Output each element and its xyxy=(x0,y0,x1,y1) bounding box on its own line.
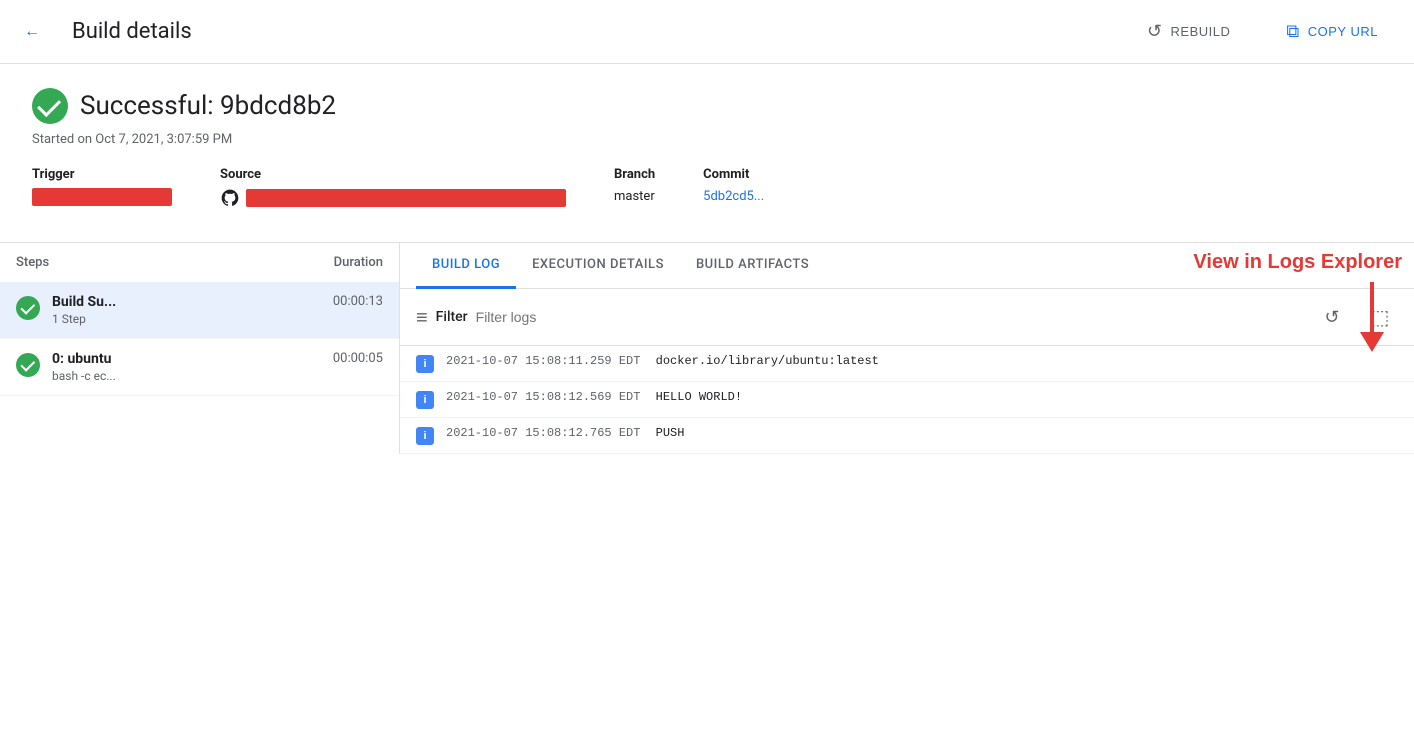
rebuild-icon: ↺ xyxy=(1147,21,1163,42)
copy-url-button[interactable]: ⧉ COPY URL xyxy=(1274,13,1390,50)
filter-label: Filter xyxy=(436,309,468,325)
log-message-1: HELLO WORLD! xyxy=(656,390,742,404)
step-name-0: Build Su... xyxy=(52,294,321,310)
log-text-0: 2021-10-07 15:08:11.259 EDT docker.io/li… xyxy=(446,354,879,368)
tab-build-artifacts[interactable]: BUILD ARTIFACTS xyxy=(680,243,825,289)
trigger-field: Trigger xyxy=(32,167,172,210)
step-info-0: Build Su... 1 Step xyxy=(52,294,321,326)
log-badge-0: i xyxy=(416,355,434,373)
main-content: Successful: 9bdcd8b2 Started on Oct 7, 2… xyxy=(0,64,1414,234)
step-duration-0: 00:00:13 xyxy=(333,294,383,309)
metadata-row: Trigger Source Branch master Commit 5db2… xyxy=(32,167,1382,210)
source-label: Source xyxy=(220,167,566,182)
log-panel-wrapper: View in Logs Explorer BUILD LOG EXECUTIO… xyxy=(400,243,1414,454)
filter-actions: ↺ ⬚ xyxy=(1314,299,1398,335)
source-field: Source xyxy=(220,167,566,208)
log-entry-1: i 2021-10-07 15:08:12.569 EDT HELLO WORL… xyxy=(400,382,1414,418)
log-entry-2: i 2021-10-07 15:08:12.765 EDT PUSH xyxy=(400,418,1414,454)
filter-input[interactable] xyxy=(476,309,1306,325)
log-entry-0: i 2021-10-07 15:08:11.259 EDT docker.io/… xyxy=(400,346,1414,382)
steps-panel: Steps Duration Build Su... 1 Step 00:00:… xyxy=(0,243,400,454)
trigger-redacted xyxy=(32,188,172,206)
rebuild-button[interactable]: ↺ REBUILD xyxy=(1135,13,1242,50)
branch-label: Branch xyxy=(614,167,655,182)
log-message-0: docker.io/library/ubuntu:latest xyxy=(656,354,879,368)
step-duration-1: 00:00:05 xyxy=(333,351,383,366)
external-link-icon: ⬚ xyxy=(1371,305,1390,330)
log-message-2: PUSH xyxy=(656,426,685,440)
filter-lines-icon: ≡ xyxy=(416,305,428,330)
step-item-0[interactable]: Build Su... 1 Step 00:00:13 xyxy=(0,282,399,339)
source-row xyxy=(220,188,566,208)
branch-field: Branch master xyxy=(614,167,655,204)
success-check-icon xyxy=(32,88,68,124)
main-body: Steps Duration Build Su... 1 Step 00:00:… xyxy=(0,242,1414,454)
log-time-0: 2021-10-07 15:08:11.259 EDT xyxy=(446,354,640,368)
commit-value[interactable]: 5db2cd5... xyxy=(703,189,764,204)
step-item-1[interactable]: 0: ubuntu bash -c ec... 00:00:05 xyxy=(0,339,399,396)
log-badge-2: i xyxy=(416,427,434,445)
log-entries: i 2021-10-07 15:08:11.259 EDT docker.io/… xyxy=(400,346,1414,454)
log-text-1: 2021-10-07 15:08:12.569 EDT HELLO WORLD! xyxy=(446,390,742,404)
step-check-icon-1 xyxy=(16,353,40,377)
back-button[interactable]: ← xyxy=(24,23,40,41)
tab-execution-details[interactable]: EXECUTION DETAILS xyxy=(516,243,680,289)
source-redacted xyxy=(246,189,566,207)
status-header: Successful: 9bdcd8b2 xyxy=(32,88,1382,124)
page-title: Build details xyxy=(72,19,192,44)
build-title: Successful: 9bdcd8b2 xyxy=(80,91,336,121)
rebuild-label: REBUILD xyxy=(1171,24,1231,39)
tabs: BUILD LOG EXECUTION DETAILS BUILD ARTIFA… xyxy=(400,243,1414,289)
log-badge-1: i xyxy=(416,391,434,409)
duration-label: Duration xyxy=(334,255,383,270)
log-text-2: 2021-10-07 15:08:12.765 EDT PUSH xyxy=(446,426,684,440)
log-time-2: 2021-10-07 15:08:12.765 EDT xyxy=(446,426,640,440)
refresh-icon: ↺ xyxy=(1324,307,1339,328)
log-time-1: 2021-10-07 15:08:12.569 EDT xyxy=(446,390,640,404)
branch-value: master xyxy=(614,189,655,204)
copy-url-label: COPY URL xyxy=(1308,24,1378,39)
refresh-button[interactable]: ↺ xyxy=(1314,299,1350,335)
external-link-button[interactable]: ⬚ xyxy=(1362,299,1398,335)
step-sub-1: bash -c ec... xyxy=(52,369,321,383)
filter-bar: ≡ Filter ↺ ⬚ xyxy=(400,289,1414,346)
log-panel: BUILD LOG EXECUTION DETAILS BUILD ARTIFA… xyxy=(400,243,1414,454)
trigger-label: Trigger xyxy=(32,167,172,182)
commit-label: Commit xyxy=(703,167,764,182)
steps-label: Steps xyxy=(16,255,49,270)
step-info-1: 0: ubuntu bash -c ec... xyxy=(52,351,321,383)
toolbar: ← Build details ↺ REBUILD ⧉ COPY URL xyxy=(0,0,1414,64)
commit-field: Commit 5db2cd5... xyxy=(703,167,764,204)
steps-header: Steps Duration xyxy=(0,243,399,282)
step-name-1: 0: ubuntu xyxy=(52,351,321,367)
step-check-icon-0 xyxy=(16,296,40,320)
github-icon xyxy=(220,188,240,208)
step-sub-0: 1 Step xyxy=(52,312,321,326)
copy-icon: ⧉ xyxy=(1286,21,1299,42)
build-started: Started on Oct 7, 2021, 3:07:59 PM xyxy=(32,132,1382,147)
back-arrow-icon: ← xyxy=(24,23,40,41)
tab-build-log[interactable]: BUILD LOG xyxy=(416,243,516,289)
